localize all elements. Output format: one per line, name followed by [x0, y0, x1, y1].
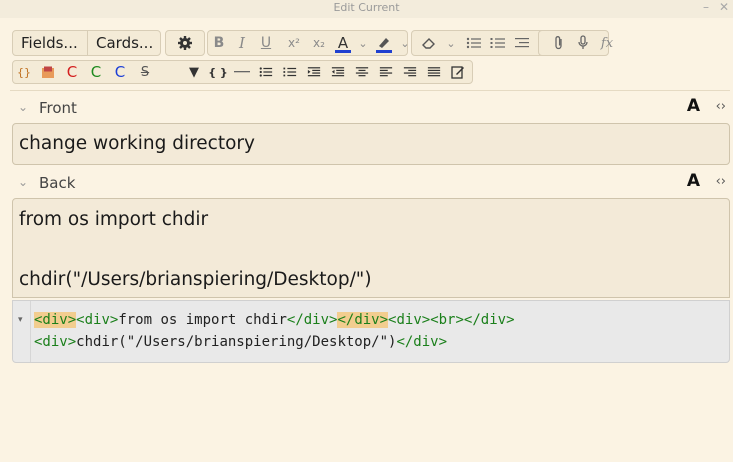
back-field-label: Back: [39, 174, 76, 192]
editor-gutter: ▾: [13, 301, 31, 362]
align-center-icon[interactable]: [352, 60, 372, 84]
horizontal-rule-icon[interactable]: [232, 60, 252, 84]
title-bar: Edit Current – ✕: [0, 0, 733, 18]
text-color-bar: [335, 50, 351, 53]
chevron-down-icon[interactable]: ⌄: [398, 31, 412, 55]
front-field-label: Front: [39, 99, 77, 117]
align-left-icon[interactable]: [376, 60, 396, 84]
html-text-token: chdir("/Users/brianspiering/Desktop/"): [76, 334, 397, 350]
html-tag-token: </div>: [396, 334, 448, 350]
indent-icon[interactable]: [511, 31, 533, 55]
html-code-line-2: <div>chdir("/Users/brianspiering/Desktop…: [34, 334, 447, 350]
paperclip-icon[interactable]: [550, 31, 568, 55]
back-field-line-3: chdir("/Users/brianspiering/Desktop/"): [19, 269, 372, 290]
superscript-icon[interactable]: x²: [283, 31, 305, 55]
html-tag-token: </div>: [463, 312, 515, 328]
html-source-editor[interactable]: ▾ <div><div>from os import chdir</div></…: [12, 300, 730, 363]
align-right-icon[interactable]: [400, 60, 420, 84]
chevron-down-icon[interactable]: ⌄: [356, 31, 370, 55]
indent-icon[interactable]: [304, 60, 324, 84]
collapse-chevron-icon[interactable]: ⌄: [18, 100, 28, 114]
front-field-editor[interactable]: change working directory: [12, 123, 730, 165]
fold-triangle-icon[interactable]: ▾: [18, 315, 23, 325]
italic-icon[interactable]: I: [233, 31, 251, 55]
numbered-list-icon[interactable]: [487, 31, 509, 55]
html-tag-token: <div>: [76, 312, 119, 328]
blank-button[interactable]: [158, 60, 180, 84]
bold-icon[interactable]: B: [210, 31, 228, 55]
html-tag-token: </div>: [337, 312, 389, 328]
highlight-icon[interactable]: [375, 31, 393, 55]
close-button[interactable]: ✕: [719, 0, 729, 14]
cloze-blue-icon[interactable]: C: [110, 60, 130, 84]
code-braces-icon[interactable]: { }: [207, 60, 229, 84]
cards-button[interactable]: Cards...: [87, 31, 160, 55]
strikethrough-icon[interactable]: S: [135, 60, 155, 84]
html-toggle-icon[interactable]: ‹›: [716, 99, 726, 114]
window-title: Edit Current: [333, 1, 400, 14]
back-field-editor[interactable]: from os import chdir chdir("/Users/brian…: [12, 198, 730, 298]
back-field-line-1: from os import chdir: [19, 209, 209, 230]
front-field-label-row: ⌄ Front A ‹›: [12, 96, 726, 120]
html-tag-token: <div>: [388, 312, 431, 328]
settings-group: [165, 30, 205, 56]
triangle-down-icon[interactable]: ▼: [184, 60, 204, 84]
highlight-color-bar: [376, 50, 392, 53]
html-tag-token: <div>: [34, 334, 77, 350]
cloze-green-icon[interactable]: C: [86, 60, 106, 84]
collapse-chevron-icon[interactable]: ⌄: [18, 175, 28, 189]
font-toggle-icon[interactable]: A: [687, 171, 700, 191]
fields-button[interactable]: Fields...: [13, 31, 87, 55]
outdent-icon[interactable]: [328, 60, 348, 84]
minimize-button[interactable]: –: [703, 0, 709, 14]
chevron-down-icon[interactable]: ⌄: [444, 31, 458, 55]
back-field-label-row: ⌄ Back A ‹›: [12, 171, 726, 195]
toolbar-row-1: Fields... Cards... B I U x² x₂ A ⌄ ⌄ ⌄ f…: [12, 30, 720, 56]
formula-icon[interactable]: fx: [596, 31, 618, 55]
fields-cards-group: Fields... Cards...: [12, 30, 161, 56]
edit-html-icon[interactable]: [448, 60, 468, 84]
justify-icon[interactable]: [424, 60, 444, 84]
bullet-list-icon[interactable]: [463, 31, 485, 55]
toolbar-divider: [10, 90, 730, 91]
cloze-red-icon[interactable]: C: [62, 60, 82, 84]
font-toggle-icon[interactable]: A: [687, 96, 700, 116]
image-occlusion-icon[interactable]: [38, 60, 58, 84]
bullet-list-icon[interactable]: [256, 60, 276, 84]
front-field-text: change working directory: [19, 133, 255, 154]
gear-icon[interactable]: [166, 31, 204, 55]
html-tag-token: </div>: [286, 312, 338, 328]
html-tag-token: <br>: [430, 312, 464, 328]
underline-icon[interactable]: U: [257, 31, 275, 55]
toolbar-row-2: {} C C C S ▼ { }: [12, 60, 720, 84]
numbered-list-icon[interactable]: [280, 60, 300, 84]
cloze-braces-icon[interactable]: {}: [14, 60, 34, 84]
html-text-token: from os import chdir: [118, 312, 287, 328]
microphone-icon[interactable]: [574, 31, 592, 55]
html-toggle-icon[interactable]: ‹›: [716, 174, 726, 189]
html-code-line-1: <div><div>from os import chdir</div></di…: [34, 312, 515, 328]
text-color-icon[interactable]: A: [334, 31, 352, 55]
html-tag-token: <div>: [34, 312, 77, 328]
eraser-icon[interactable]: [420, 31, 438, 55]
subscript-icon[interactable]: x₂: [308, 31, 330, 55]
